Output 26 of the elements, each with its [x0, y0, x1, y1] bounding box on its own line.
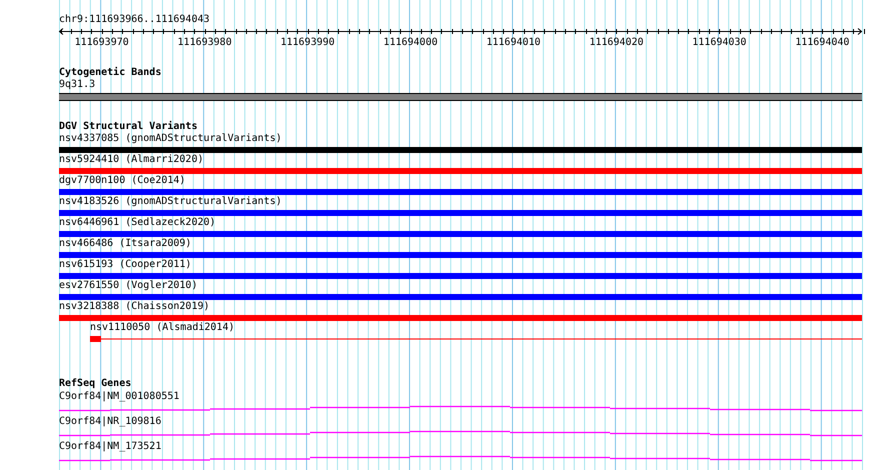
feature-label: nsv3218388 (Chaisson2019) — [59, 301, 210, 313]
track-title: DGV Structural Variants — [59, 121, 198, 133]
tick-label: 111694020 — [589, 37, 644, 48]
gene-label: C9orf84|NM_001080551 — [59, 391, 180, 403]
feature-label: nsv615193 (Cooper2011) — [59, 259, 192, 271]
feature-label: nsv1110050 (Alsmadi2014) — [90, 322, 234, 334]
tick-label: 111694010 — [486, 37, 541, 48]
tick-label: 111693990 — [280, 37, 335, 48]
gene-label: C9orf84|NR_109816 — [59, 416, 162, 428]
feature-label: nsv4183526 (gnomADStructuralVariants) — [59, 196, 282, 208]
feature-label: nsv6446961 (Sedlazeck2020) — [59, 217, 216, 229]
tick-label: 111693980 — [178, 37, 232, 48]
tick-label: 111694000 — [383, 37, 438, 48]
tick-label: 111693970 — [74, 37, 129, 48]
feature-label: nsv466486 (Itsara2009) — [59, 238, 192, 250]
feature-label: esv2761550 (Vogler2010) — [59, 280, 198, 292]
tick-label: 111694030 — [692, 37, 746, 48]
band-label: 9q31.3 — [59, 79, 96, 91]
feature-label: nsv4337085 (gnomADStructuralVariants) — [59, 133, 282, 145]
location-label: chr9:111693966..111694043 — [59, 14, 211, 26]
track-title: RefSeq Genes — [59, 378, 132, 390]
feature-label: dgv7700n100 (Coe2014) — [59, 175, 186, 187]
feature-label: nsv5924410 (Almarri2020) — [59, 154, 204, 166]
tick-label: 111694040 — [795, 37, 850, 48]
track-title: Cytogenetic Bands — [59, 67, 162, 79]
gene-label: C9orf84|NM_173521 — [59, 441, 162, 453]
